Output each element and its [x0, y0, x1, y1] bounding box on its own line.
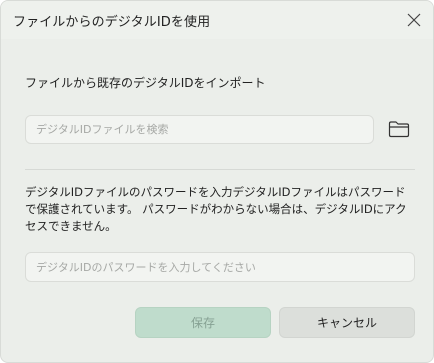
password-description: デジタルIDファイルのパスワードを入力デジタルIDファイルはパスワードで保護され…	[25, 185, 407, 233]
section-divider	[25, 169, 415, 170]
close-icon	[407, 13, 421, 27]
save-button[interactable]: 保存	[135, 307, 271, 338]
browse-folder-button[interactable]	[387, 117, 411, 141]
dialog-title: ファイルからのデジタルIDを使用	[13, 15, 211, 30]
digital-id-dialog: ファイルからのデジタルIDを使用 ファイルから既存のデジタルIDをインポート デ…	[0, 0, 434, 363]
digital-id-file-search-input[interactable]	[25, 115, 374, 144]
import-section-label: ファイルから既存のデジタルIDをインポート	[25, 76, 266, 90]
dialog-titlebar: ファイルからのデジタルIDを使用	[1, 1, 433, 39]
close-button[interactable]	[403, 9, 425, 31]
cancel-button[interactable]: キャンセル	[279, 307, 415, 338]
folder-icon	[388, 121, 410, 138]
digital-id-password-input[interactable]	[25, 252, 415, 282]
